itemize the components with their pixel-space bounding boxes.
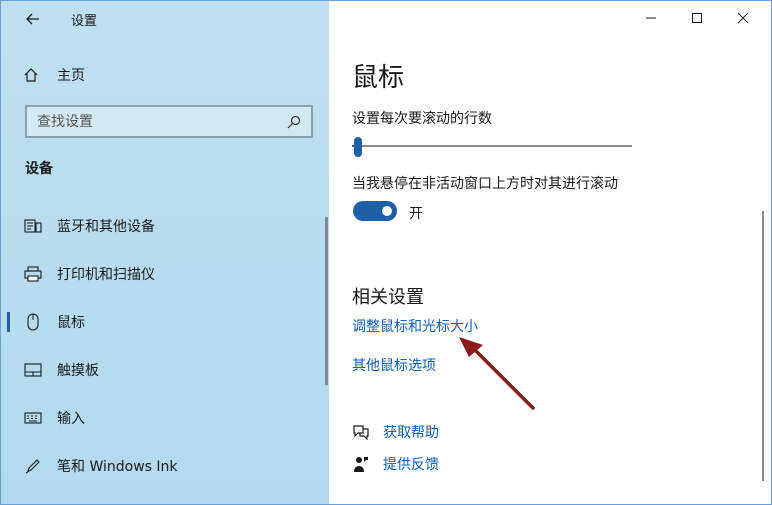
section-title: 设备	[25, 161, 53, 177]
help-chat-icon	[351, 422, 371, 442]
sidebar-item-bluetooth[interactable]: 蓝牙和其他设备	[1, 206, 321, 246]
page-title: 鼠标	[352, 63, 405, 93]
touchpad-icon	[23, 360, 43, 380]
maximize-icon	[692, 13, 702, 23]
get-help-link[interactable]: 获取帮助	[351, 421, 439, 443]
get-help-label: 获取帮助	[383, 425, 439, 441]
sidebar-item-label: 输入	[57, 411, 85, 427]
toggle-state-label: 开	[409, 206, 423, 222]
minimize-button[interactable]	[629, 5, 673, 31]
printer-icon	[23, 264, 43, 284]
related-settings-title: 相关设置	[352, 287, 424, 308]
main-content: 鼠标 设置每次要滚动的行数 当我悬停在非活动窗口上方时对其进行滚动 开 相关设置…	[329, 1, 771, 504]
sidebar-item-typing[interactable]: 输入	[1, 398, 321, 438]
selection-indicator	[7, 312, 10, 332]
sidebar-item-home[interactable]: 主页	[21, 63, 85, 87]
toggle-knob	[382, 206, 392, 216]
inactive-scroll-label: 当我悬停在非活动窗口上方时对其进行滚动	[352, 176, 618, 192]
pen-icon	[23, 456, 43, 476]
search-box[interactable]	[25, 105, 313, 138]
scroll-lines-label: 设置每次要滚动的行数	[352, 111, 492, 127]
sidebar-item-label: 触摸板	[57, 363, 99, 379]
maximize-button[interactable]	[675, 5, 719, 31]
back-arrow-icon	[26, 13, 39, 25]
search-icon[interactable]	[283, 111, 305, 133]
feedback-icon	[351, 454, 371, 474]
home-icon	[21, 65, 41, 85]
slider-track	[352, 145, 632, 147]
app-title: 设置	[71, 14, 98, 29]
sidebar-item-printers[interactable]: 打印机和扫描仪	[1, 254, 321, 294]
sidebar-item-label: 笔和 Windows Ink	[57, 459, 178, 475]
adjust-cursor-size-link[interactable]: 调整鼠标和光标大小	[352, 316, 478, 336]
back-button[interactable]	[19, 7, 47, 31]
sidebar-item-pen[interactable]: 笔和 Windows Ink	[1, 446, 321, 486]
mouse-icon	[23, 312, 43, 332]
close-icon	[737, 12, 749, 24]
give-feedback-link[interactable]: 提供反馈	[351, 453, 439, 475]
settings-window: 设置 主页 设备 蓝牙和其他设备 打印机和扫描仪	[0, 0, 772, 505]
sidebar-item-touchpad[interactable]: 触摸板	[1, 350, 321, 390]
keyboard-icon	[23, 408, 43, 428]
main-scrollbar[interactable]	[762, 211, 764, 481]
sidebar-scrollbar[interactable]	[325, 217, 328, 385]
home-label: 主页	[57, 68, 85, 84]
slider-thumb[interactable]	[354, 137, 362, 157]
sidebar-item-mouse[interactable]: 鼠标	[1, 302, 321, 342]
bluetooth-devices-icon	[23, 216, 43, 236]
inactive-scroll-toggle[interactable]	[353, 201, 397, 221]
give-feedback-label: 提供反馈	[383, 457, 439, 473]
close-button[interactable]	[721, 5, 765, 31]
scroll-lines-slider[interactable]	[352, 137, 634, 157]
search-input[interactable]	[27, 113, 283, 130]
sidebar-item-label: 蓝牙和其他设备	[57, 219, 155, 235]
minimize-icon	[646, 17, 656, 19]
sidebar-item-label: 鼠标	[57, 315, 85, 331]
sidebar: 设置 主页 设备 蓝牙和其他设备 打印机和扫描仪	[1, 1, 329, 504]
additional-mouse-options-link[interactable]: 其他鼠标选项	[352, 355, 436, 375]
sidebar-item-label: 打印机和扫描仪	[57, 267, 155, 283]
